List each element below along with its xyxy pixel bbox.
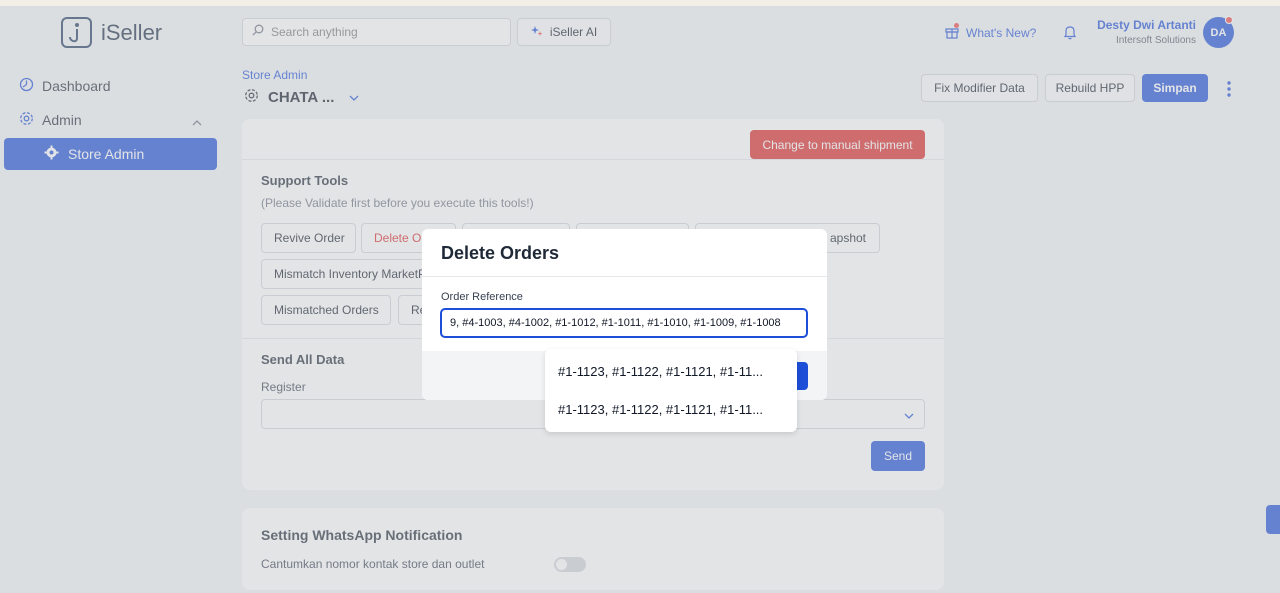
autocomplete-option[interactable]: #1-1123, #1-1122, #1-1121, #1-11... xyxy=(558,402,763,417)
modal-title: Delete Orders xyxy=(441,243,560,263)
autocomplete-option[interactable]: #1-1123, #1-1122, #1-1121, #1-11... xyxy=(558,364,763,379)
order-reference-label: Order Reference xyxy=(441,291,523,303)
autocomplete-dropdown xyxy=(545,349,797,432)
modal-divider xyxy=(422,276,827,277)
order-reference-input[interactable] xyxy=(440,308,808,338)
